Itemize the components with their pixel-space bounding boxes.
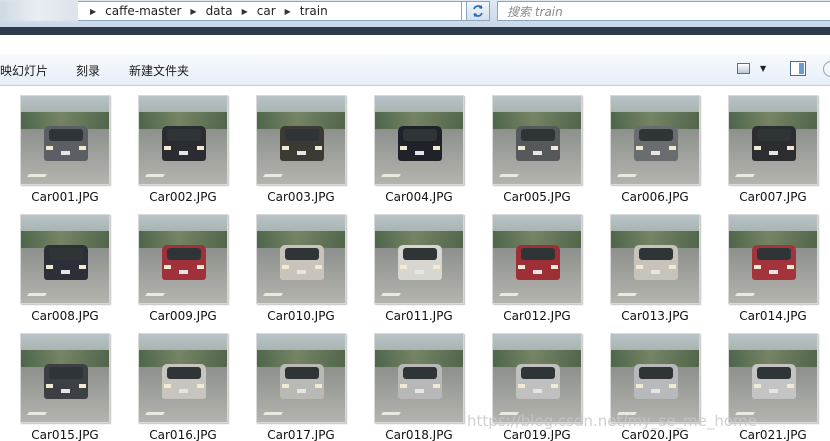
file-name: Car008.JPG [31,309,99,323]
file-name: Car013.JPG [621,309,689,323]
file-item[interactable]: Car004.JPG [354,86,472,204]
breadcrumb-item[interactable]: car ▶ [257,4,300,18]
image-thumbnail [492,214,582,304]
window-divider [0,27,830,35]
file-name: Car011.JPG [385,309,453,323]
file-item[interactable]: Car005.JPG [472,86,590,204]
file-item[interactable]: Car017.JPG [236,324,354,441]
watermark: https://blog.csdn.net/my_se_me_home [467,412,757,430]
file-item[interactable]: Car006.JPG [590,86,708,204]
file-name: Car016.JPG [149,428,217,441]
file-name: Car005.JPG [503,190,571,204]
image-thumbnail [728,95,818,185]
file-name: Car007.JPG [739,190,807,204]
file-name: Car006.JPG [621,190,689,204]
file-name: Car018.JPG [385,428,453,441]
image-thumbnail [492,333,582,423]
image-thumbnail [138,214,228,304]
address-bar[interactable]: ▶ caffe-master ▶ data ▶ car ▶ train [78,1,462,21]
image-thumbnail [374,214,464,304]
image-thumbnail [374,95,464,185]
image-thumbnail [610,214,700,304]
image-thumbnail [256,95,346,185]
view-icon [737,63,750,74]
refresh-button[interactable] [466,1,490,21]
file-grid: Car001.JPG Car002.JPG Car003.JPG Car004.JPG… [0,86,830,441]
slideshow-button[interactable]: 映幻灯片 [0,62,48,79]
file-item[interactable]: Car008.JPG [0,205,118,323]
image-thumbnail [138,95,228,185]
chevron-down-icon: ▼ [760,64,767,73]
image-thumbnail [728,214,818,304]
image-thumbnail [610,333,700,423]
file-name: Car004.JPG [385,190,453,204]
file-item[interactable]: Car002.JPG [118,86,236,204]
image-thumbnail [20,95,110,185]
image-thumbnail [138,333,228,423]
file-name: Car010.JPG [267,309,335,323]
window-gap [0,35,830,54]
file-item[interactable]: Car001.JPG [0,86,118,204]
image-thumbnail [256,333,346,423]
breadcrumb-item[interactable]: data ▶ [206,4,257,18]
breadcrumb-item[interactable]: train [300,4,328,18]
file-item[interactable]: Car007.JPG [708,86,826,204]
file-name: Car015.JPG [31,428,99,441]
file-name: Car012.JPG [503,309,571,323]
file-item[interactable]: Car018.JPG [354,324,472,441]
image-thumbnail [20,214,110,304]
preview-pane-button[interactable] [790,61,806,76]
file-item[interactable]: Car003.JPG [236,86,354,204]
search-input[interactable]: 搜索 train [497,1,830,21]
file-item[interactable]: Car013.JPG [590,205,708,323]
file-item[interactable]: Car009.JPG [118,205,236,323]
file-item[interactable]: Car011.JPG [354,205,472,323]
image-thumbnail [20,333,110,423]
refresh-icon [473,5,483,17]
image-thumbnail [492,95,582,185]
file-name: Car003.JPG [267,190,335,204]
breadcrumb-arrow-icon[interactable]: ▶ [285,7,291,16]
file-item[interactable]: Car014.JPG [708,205,826,323]
breadcrumb-arrow-icon[interactable]: ▶ [190,7,196,16]
file-name: Car009.JPG [149,309,217,323]
breadcrumb-arrow-icon[interactable]: ▶ [242,7,248,16]
file-item[interactable]: Car016.JPG [118,324,236,441]
command-bar: 映幻灯片 刻录 新建文件夹 ▼ [0,54,830,86]
file-name: Car014.JPG [739,309,807,323]
breadcrumb-item[interactable]: caffe-master ▶ [105,4,205,18]
image-thumbnail [728,333,818,423]
file-item[interactable]: Car010.JPG [236,205,354,323]
breadcrumb-arrow-icon[interactable]: ▶ [90,7,96,16]
image-thumbnail [610,95,700,185]
file-item[interactable]: Car015.JPG [0,324,118,441]
image-thumbnail [374,333,464,423]
file-name: Car001.JPG [31,190,99,204]
change-view-button[interactable]: ▼ [737,63,766,74]
file-name: Car002.JPG [149,190,217,204]
image-thumbnail [256,214,346,304]
burn-button[interactable]: 刻录 [76,62,100,79]
breadcrumb-root[interactable]: ▶ [86,7,105,16]
address-bar-area: ▶ caffe-master▶ data▶ car▶ train ▼ 搜索 tr… [0,0,830,27]
file-name: Car017.JPG [267,428,335,441]
file-item[interactable]: Car012.JPG [472,205,590,323]
new-folder-button[interactable]: 新建文件夹 [129,62,189,79]
